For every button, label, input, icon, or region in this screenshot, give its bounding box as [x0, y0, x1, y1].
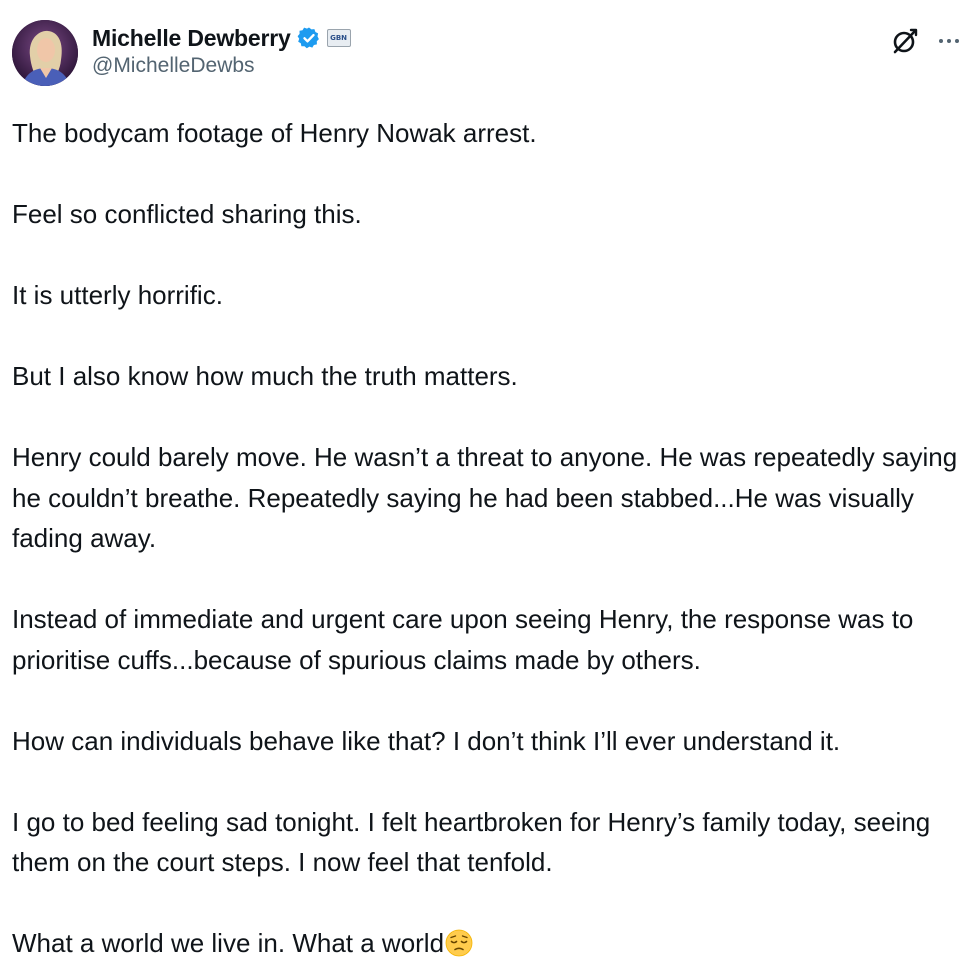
author-handle[interactable]: @MichelleDewbs	[92, 54, 351, 78]
tweet-paragraph: Henry could barely move. He wasn’t a thr…	[12, 442, 965, 553]
tweet-paragraph: It is utterly horrific.	[12, 280, 223, 310]
affiliate-badge-label: GBN	[330, 34, 348, 42]
dot	[947, 39, 951, 43]
dot	[955, 39, 959, 43]
grok-icon[interactable]	[890, 26, 920, 56]
tweet-paragraph: Instead of immediate and urgent care upo…	[12, 604, 921, 675]
dots	[939, 39, 959, 43]
avatar[interactable]	[12, 20, 78, 86]
more-options-icon[interactable]	[934, 26, 964, 56]
tweet-paragraph: I go to bed feeling sad tonight. I felt …	[12, 806, 938, 878]
tweet-paragraph: Feel so conflicted sharing this.	[12, 199, 362, 229]
verified-badge-icon	[297, 27, 319, 49]
tweet-last-text: What a world we live in. What a world	[12, 928, 445, 958]
pensive-face-emoji-icon	[445, 929, 473, 957]
tweet-paragraph: The bodycam footage of Henry Nowak arres…	[12, 118, 537, 148]
tweet-paragraph-last: What a world we live in. What a world	[12, 923, 962, 964]
display-name-row: Michelle Dewberry GBN	[92, 22, 351, 54]
tweet-paragraph: But I also know how much the truth matte…	[12, 361, 518, 391]
tweet-paragraph: How can individuals behave like that? I …	[12, 725, 841, 756]
display-name[interactable]: Michelle Dewberry	[92, 25, 291, 52]
tweet-text: The bodycam footage of Henry Nowak arres…	[12, 113, 962, 964]
affiliate-badge-icon[interactable]: GBN	[326, 29, 351, 47]
tweet-card: Michelle Dewberry GBN @MichelleDewbs The…	[0, 0, 980, 972]
dot	[939, 39, 943, 43]
author-names: Michelle Dewberry GBN @MichelleDewbs	[92, 22, 351, 78]
tweet-header: Michelle Dewberry GBN @MichelleDewbs	[12, 20, 968, 90]
